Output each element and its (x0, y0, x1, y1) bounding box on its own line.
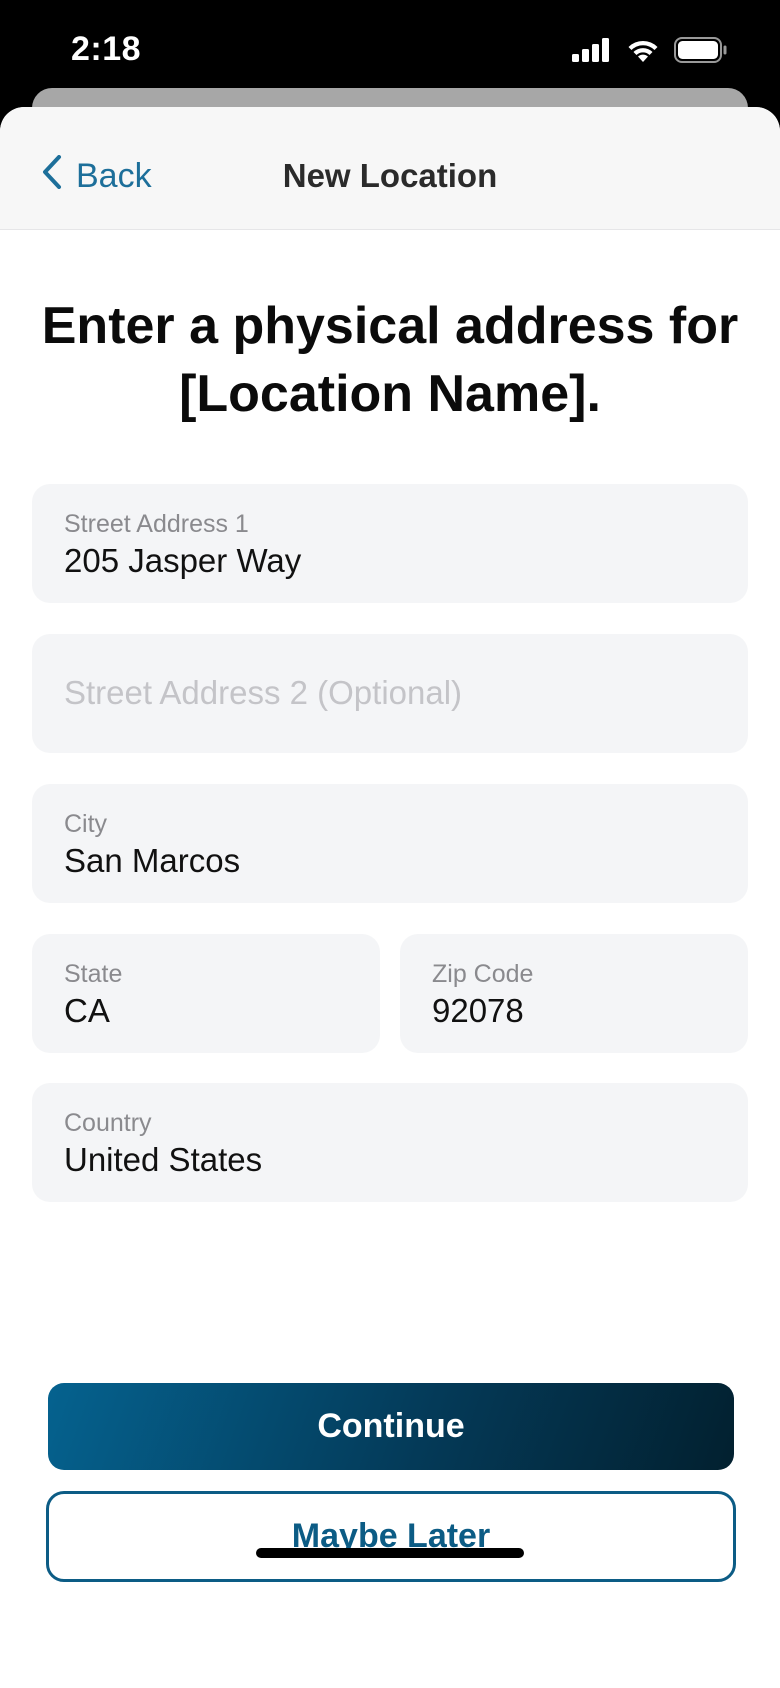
street-address-2-placeholder: Street Address 2 (Optional) (64, 674, 463, 711)
street-address-1-value: 205 Jasper Way (64, 542, 302, 579)
page-title: New Location (282, 157, 498, 194)
country-label: Country (64, 1109, 152, 1137)
home-indicator (256, 1548, 524, 1558)
status-icons (572, 37, 728, 68)
modal-sheet: Back New Location Enter a physical addre… (0, 107, 780, 1688)
instruction-heading: Enter a physical address for [Location N… (41, 297, 739, 423)
city-value: San Marcos (64, 842, 241, 879)
status-time: 2:18 (71, 30, 142, 68)
country-field[interactable]: Country United States (32, 1083, 748, 1202)
state-value: CA (64, 992, 110, 1029)
battery-icon (674, 37, 728, 68)
zip-code-field[interactable]: Zip Code 92078 (400, 934, 748, 1053)
street-address-1-field[interactable]: Street Address 1 205 Jasper Way (32, 484, 748, 603)
maybe-later-button[interactable]: Maybe Later (46, 1491, 736, 1582)
state-label: State (64, 960, 123, 988)
state-field[interactable]: State CA (32, 934, 380, 1053)
zip-code-label: Zip Code (432, 960, 534, 988)
status-bar: 2:18 (0, 0, 780, 100)
street-address-2-field[interactable]: Street Address 2 (Optional) (32, 634, 748, 753)
navigation-bar: Back New Location (0, 107, 780, 230)
cellular-signal-icon (572, 38, 612, 67)
city-field[interactable]: City San Marcos (32, 784, 748, 903)
country-value: United States (64, 1141, 263, 1178)
city-label: City (64, 810, 108, 838)
zip-code-value: 92078 (432, 992, 524, 1029)
continue-button[interactable]: Continue (48, 1383, 734, 1470)
street-address-1-label: Street Address 1 (64, 510, 249, 538)
wifi-icon (626, 38, 660, 68)
